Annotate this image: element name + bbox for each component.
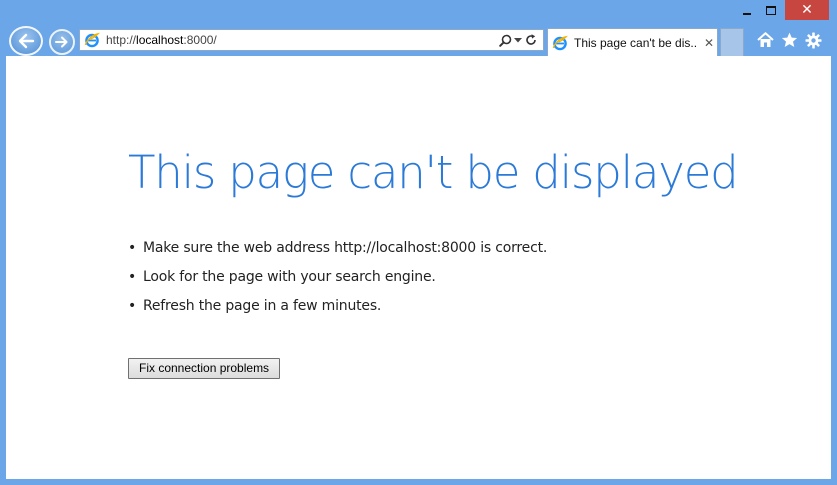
tip-text: Refresh the page in a few minutes. [143, 298, 382, 314]
ie-logo-icon [551, 34, 569, 52]
tab-title: This page can't be dis... [574, 35, 696, 50]
minimize-icon [743, 13, 751, 15]
ie-logo-icon [83, 31, 101, 49]
command-icons [753, 30, 825, 50]
list-item: • Look for the page with your search engi… [128, 263, 547, 292]
maximize-button[interactable] [759, 0, 783, 20]
browser-window: ✕ http://localhost:8000/ This page can't… [0, 0, 837, 485]
address-dropdown-button[interactable] [513, 31, 523, 49]
favorites-button[interactable] [777, 30, 801, 50]
star-icon [781, 32, 797, 47]
tab-error-page[interactable]: This page can't be dis... ✕ [547, 28, 718, 56]
address-input[interactable]: http://localhost:8000/ [106, 33, 497, 47]
refresh-icon [526, 34, 536, 45]
search-icon [498, 34, 511, 47]
minimize-button[interactable] [735, 0, 759, 20]
forward-button[interactable] [49, 29, 75, 55]
bullet: • [128, 240, 137, 256]
bullet: • [128, 298, 137, 314]
close-icon: ✕ [801, 2, 813, 18]
chevron-down-icon [514, 37, 522, 42]
back-button[interactable] [9, 26, 43, 56]
url-port-path: :8000/ [183, 33, 217, 47]
tip-text: Look for the page with your search engin… [143, 269, 436, 285]
address-bar[interactable]: http://localhost:8000/ [79, 29, 544, 51]
forward-arrow-icon [55, 36, 68, 48]
maximize-icon [766, 5, 776, 15]
gear-icon [805, 32, 821, 48]
page-content: This page can't be displayed • Make sure … [6, 56, 831, 479]
troubleshooting-list: • Make sure the web address http://localh… [128, 234, 547, 321]
list-item: • Refresh the page in a few minutes. [128, 292, 547, 321]
home-icon [756, 32, 774, 47]
bullet: • [128, 269, 137, 285]
fix-connection-problems-button[interactable]: Fix connection problems [128, 358, 281, 379]
url-host: localhost [136, 33, 184, 47]
new-tab-button[interactable] [720, 28, 744, 56]
address-tools [497, 31, 539, 49]
url-scheme: http:// [106, 33, 137, 47]
navigation-bar: http://localhost:8000/ This page can't b… [0, 24, 837, 56]
tools-button[interactable] [801, 30, 825, 50]
tab-close-button[interactable]: ✕ [702, 36, 716, 50]
refresh-button[interactable] [523, 31, 539, 49]
search-button[interactable] [497, 31, 513, 49]
close-button[interactable]: ✕ [785, 0, 829, 20]
tip-text: Make sure the web address http://localho… [143, 240, 548, 256]
window-controls: ✕ [735, 0, 829, 22]
back-arrow-icon [18, 33, 35, 49]
page-title: This page can't be displayed [128, 146, 739, 199]
home-button[interactable] [753, 30, 777, 50]
list-item: • Make sure the web address http://localh… [128, 234, 547, 263]
